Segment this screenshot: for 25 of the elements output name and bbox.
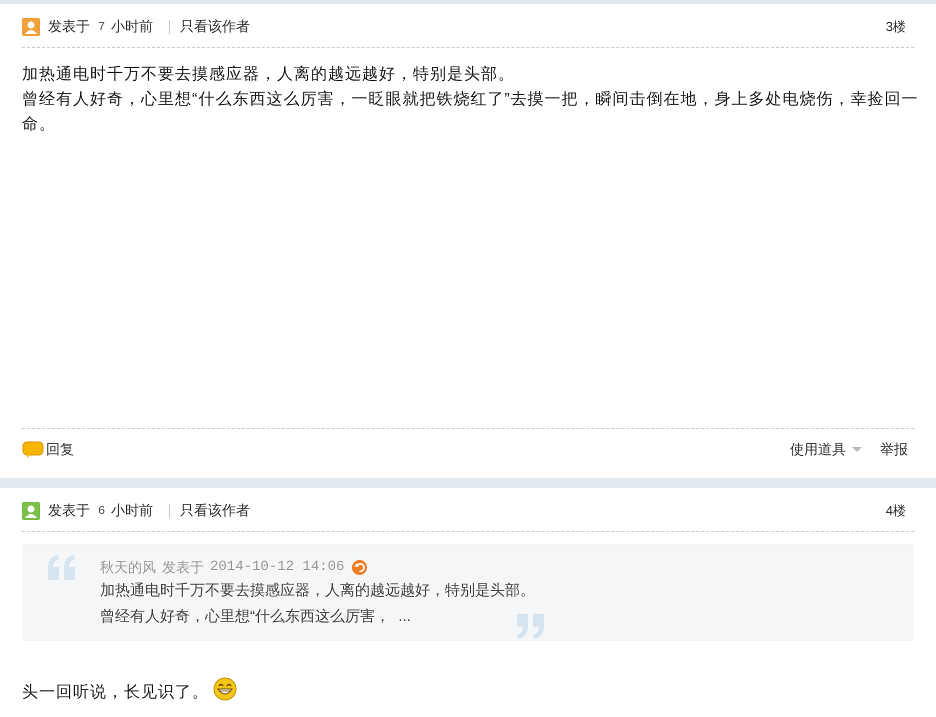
post-age: 6 bbox=[98, 502, 106, 520]
post-meta: 小时前 bbox=[111, 501, 154, 520]
quote-time: 2014-10-12 14:06 bbox=[210, 558, 344, 576]
post-meta: 发表于 bbox=[48, 17, 90, 36]
report-link[interactable]: 举报 bbox=[880, 439, 908, 460]
quote-line: 加热通电时千万不要去摸感应器，人离的越远越好，特别是头部。 bbox=[100, 581, 535, 601]
post-text: 加热通电时千万不要去摸感应器，人离的越远越好，特别是头部。 bbox=[22, 64, 515, 85]
close-quote-icon bbox=[514, 612, 546, 640]
post-meta: 发表于 bbox=[48, 501, 90, 520]
quote-line: 曾经有人好奇，心里想“什么东西这么厉害， ... bbox=[100, 607, 411, 627]
speech-bubble-icon bbox=[22, 440, 44, 458]
post-age: 7 bbox=[98, 18, 106, 36]
caret-icon bbox=[852, 447, 862, 452]
open-quote-icon bbox=[46, 554, 78, 582]
tools-menu[interactable]: 使用道具 bbox=[790, 439, 862, 460]
post-meta: 小时前 bbox=[111, 17, 154, 36]
post-text: 头一回听说，长见识了。 bbox=[22, 682, 209, 703]
quote-meta: 发表于 bbox=[162, 558, 204, 576]
author-only-link[interactable]: 只看该作者 bbox=[180, 16, 250, 37]
reply-link[interactable]: 回复 bbox=[22, 439, 74, 460]
quote-author: 秋天的风 bbox=[100, 558, 156, 576]
post-text: 曾经有人好奇，心里想“什么东西这么厉害，一眨眼就把铁烧红了”去摸一把，瞬间击倒在地，身上多处电烧伤，幸捡回一命。 bbox=[22, 90, 920, 135]
floor-number: 4楼 bbox=[886, 502, 906, 520]
author-only-link[interactable]: 只看该作者 bbox=[180, 500, 250, 521]
floor-number: 3楼 bbox=[886, 18, 906, 36]
